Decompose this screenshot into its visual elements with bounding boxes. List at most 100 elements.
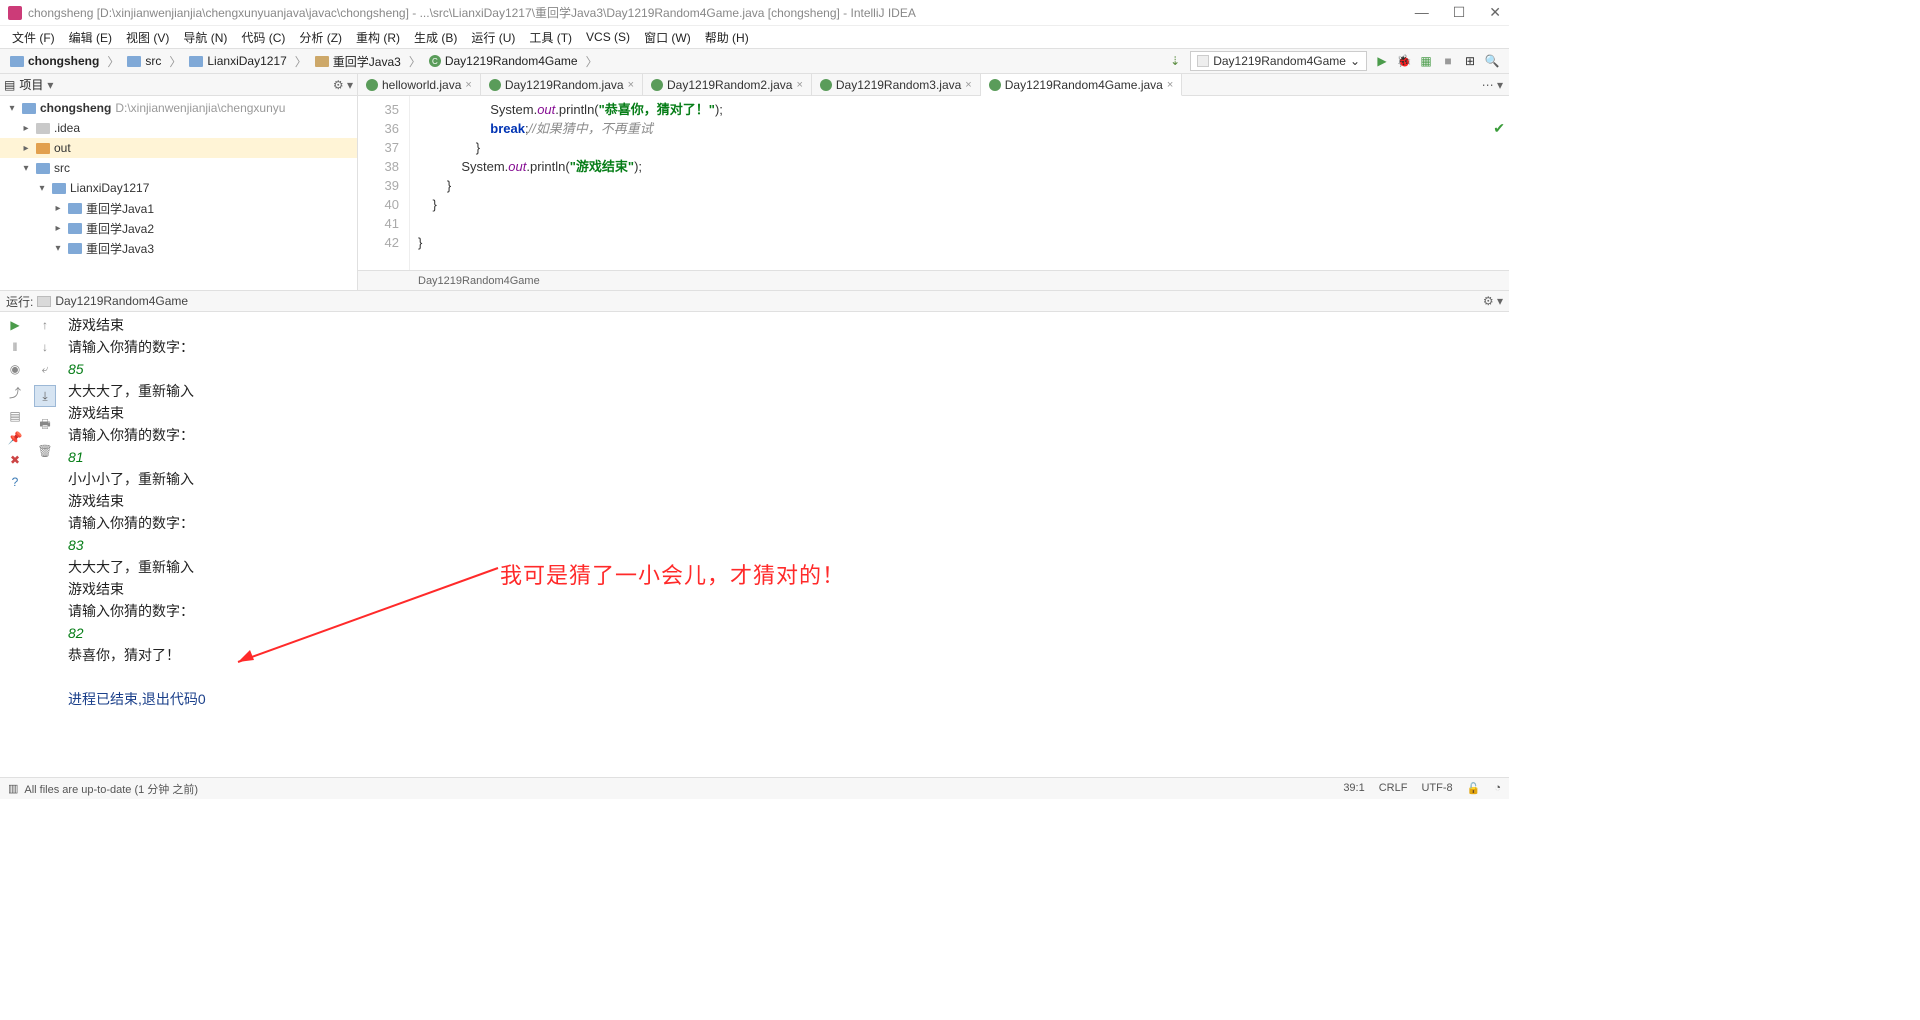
tree-row[interactable]: ▸重回学Java2: [0, 218, 357, 238]
editor-tab[interactable]: helloworld.java×: [358, 74, 481, 95]
tab-close-icon[interactable]: ×: [628, 79, 634, 91]
tree-row[interactable]: ▾重回学Java3: [0, 238, 357, 258]
gear-icon[interactable]: ⚙ ▾: [333, 78, 353, 92]
build-icon[interactable]: ⇣: [1168, 54, 1182, 68]
menu-bar: 文件 (F) 编辑 (E) 视图 (V) 导航 (N) 代码 (C) 分析 (Z…: [0, 26, 1509, 48]
status-message: All files are up-to-date (1 分钟 之前): [24, 781, 198, 797]
lock-icon[interactable]: 🔓: [1467, 782, 1481, 795]
breadcrumb: chongsheng〉 src〉 LianxiDay1217〉 重回学Java3…: [4, 50, 600, 72]
menu-code[interactable]: 代码 (C): [235, 27, 291, 48]
navigation-bar: chongsheng〉 src〉 LianxiDay1217〉 重回学Java3…: [0, 48, 1509, 74]
rerun-icon[interactable]: ▶: [10, 318, 19, 332]
run-config-label: Day1219Random4Game: [1213, 54, 1346, 68]
code-content[interactable]: System.out.println("恭喜你，猜对了！"); break;//…: [410, 96, 1509, 270]
coverage-icon[interactable]: ▦: [1419, 54, 1433, 68]
menu-tools[interactable]: 工具 (T): [523, 27, 578, 48]
memory-indicator[interactable]: ◔: [1494, 782, 1501, 795]
editor-breadcrumb[interactable]: Day1219Random4Game: [358, 270, 1509, 290]
close-icon[interactable]: ✕: [1489, 4, 1501, 21]
code-editor[interactable]: ✔ 3536373839404142 System.out.println("恭…: [358, 96, 1509, 270]
bc-src[interactable]: src: [121, 50, 167, 72]
tab-close-icon[interactable]: ×: [796, 79, 802, 91]
help-icon[interactable]: ?: [12, 475, 19, 489]
chevron-down-icon[interactable]: ▾: [47, 78, 53, 92]
tab-close-icon[interactable]: ×: [465, 79, 471, 91]
down-icon[interactable]: ↓: [42, 340, 48, 354]
bc-class[interactable]: CDay1219Random4Game: [423, 50, 584, 72]
run-icon[interactable]: ▶: [1375, 54, 1389, 68]
menu-file[interactable]: 文件 (F): [6, 27, 61, 48]
tree-row[interactable]: ▸重回学Java1: [0, 198, 357, 218]
minimize-icon[interactable]: —: [1415, 4, 1429, 21]
tree-row[interactable]: ▸out: [0, 138, 357, 158]
maximize-icon[interactable]: ☐: [1453, 4, 1466, 21]
menu-run[interactable]: 运行 (U): [465, 27, 521, 48]
project-label: 项目: [19, 76, 43, 93]
run-toolbar-right: ↑ ↓ ⤶ ⤓ 🖶 🗑: [30, 312, 60, 764]
trash-icon[interactable]: 🗑: [37, 444, 52, 458]
tree-row[interactable]: ▾src: [0, 158, 357, 178]
editor-tabs: helloworld.java×Day1219Random.java×Day12…: [358, 74, 1509, 96]
tree-row[interactable]: ▸.idea: [0, 118, 357, 138]
menu-edit[interactable]: 编辑 (E): [63, 27, 118, 48]
project-icon: ▤: [4, 78, 15, 92]
title-bar: chongsheng [D:\xinjianwenjianjia\chengxu…: [0, 0, 1509, 26]
window-title: chongsheng [D:\xinjianwenjianjia\chengxu…: [28, 4, 916, 21]
editor-tab[interactable]: Day1219Random4Game.java×: [981, 74, 1183, 96]
tab-close-icon[interactable]: ×: [965, 79, 971, 91]
run-config-combo[interactable]: Day1219Random4Game ⌄: [1190, 51, 1367, 71]
camera-icon[interactable]: ◉: [10, 362, 20, 376]
run-toolwindow-header[interactable]: 运行: Day1219Random4Game ⚙ ▾: [0, 290, 1509, 312]
chevron-down-icon: ⌄: [1350, 54, 1360, 68]
menu-refactor[interactable]: 重构 (R): [350, 27, 406, 48]
layout-icon[interactable]: ▤: [9, 409, 20, 423]
pin-icon[interactable]: 📌: [8, 431, 23, 445]
tree-row[interactable]: ▾LianxiDay1217: [0, 178, 357, 198]
inspection-ok-icon: ✔: [1493, 120, 1505, 137]
caret-position[interactable]: 39:1: [1343, 782, 1364, 795]
line-separator[interactable]: CRLF: [1379, 782, 1408, 795]
wrap-icon[interactable]: ⤶: [42, 362, 49, 377]
tabs-more-icon[interactable]: ⋯ ▾: [1476, 74, 1509, 95]
run-name: Day1219Random4Game: [55, 294, 188, 308]
project-toolwindow-header[interactable]: ▤ 项目 ▾ ⚙ ▾: [0, 74, 357, 96]
editor-tab[interactable]: Day1219Random2.java×: [643, 74, 812, 95]
debug-icon[interactable]: 🐞: [1397, 54, 1411, 68]
editor-area: helloworld.java×Day1219Random.java×Day12…: [358, 74, 1509, 290]
run-label: 运行:: [6, 293, 33, 310]
gutter: 3536373839404142: [358, 96, 410, 270]
console-output[interactable]: 游戏结束请输入你猜的数字：85大大大了，重新输入游戏结束请输入你猜的数字：81小…: [60, 312, 1509, 764]
exit-icon[interactable]: ⤴: [9, 384, 21, 401]
close-tab-icon[interactable]: ✖: [10, 453, 20, 467]
gear-icon[interactable]: ⚙ ▾: [1483, 294, 1503, 308]
pause-icon[interactable]: ‖: [13, 340, 18, 354]
menu-build[interactable]: 生成 (B): [408, 27, 463, 48]
search-icon[interactable]: 🔍: [1485, 54, 1499, 68]
tree-row[interactable]: ▾chongshengD:\xinjianwenjianjia\chengxun…: [0, 98, 357, 118]
run-config-icon: [37, 296, 51, 307]
print-icon[interactable]: 🖶: [39, 415, 50, 436]
menu-view[interactable]: 视图 (V): [120, 27, 175, 48]
status-bar: ▥ All files are up-to-date (1 分钟 之前) 39:…: [0, 777, 1509, 799]
bc-project[interactable]: chongsheng: [4, 50, 105, 72]
stop-icon[interactable]: ■: [1441, 54, 1455, 68]
menu-nav[interactable]: 导航 (N): [177, 27, 233, 48]
up-icon[interactable]: ↑: [42, 318, 48, 332]
encoding[interactable]: UTF-8: [1421, 782, 1452, 795]
structure-icon[interactable]: ⊞: [1463, 54, 1477, 68]
annotation-arrow: [228, 562, 508, 672]
run-toolwindow: ▶ ‖ ◉ ⤴ ▤ 📌 ✖ ? ↑ ↓ ⤶ ⤓ 🖶 🗑 游戏结束请输入你猜的数字…: [0, 312, 1509, 764]
project-sidebar: ▤ 项目 ▾ ⚙ ▾ ▾chongshengD:\xinjianwenjianj…: [0, 74, 358, 290]
bc-pkg1[interactable]: LianxiDay1217: [183, 50, 292, 72]
editor-tab[interactable]: Day1219Random3.java×: [812, 74, 981, 95]
status-sync-icon[interactable]: ▥: [8, 782, 18, 795]
scroll-to-end-icon[interactable]: ⤓: [34, 385, 56, 407]
project-tree[interactable]: ▾chongshengD:\xinjianwenjianjia\chengxun…: [0, 96, 357, 260]
menu-help[interactable]: 帮助 (H): [699, 27, 755, 48]
menu-window[interactable]: 窗口 (W): [638, 27, 697, 48]
editor-tab[interactable]: Day1219Random.java×: [481, 74, 643, 95]
tab-close-icon[interactable]: ×: [1167, 79, 1173, 91]
menu-vcs[interactable]: VCS (S): [580, 28, 636, 46]
menu-analyze[interactable]: 分析 (Z): [293, 27, 348, 48]
bc-pkg2[interactable]: 重回学Java3: [309, 50, 407, 72]
